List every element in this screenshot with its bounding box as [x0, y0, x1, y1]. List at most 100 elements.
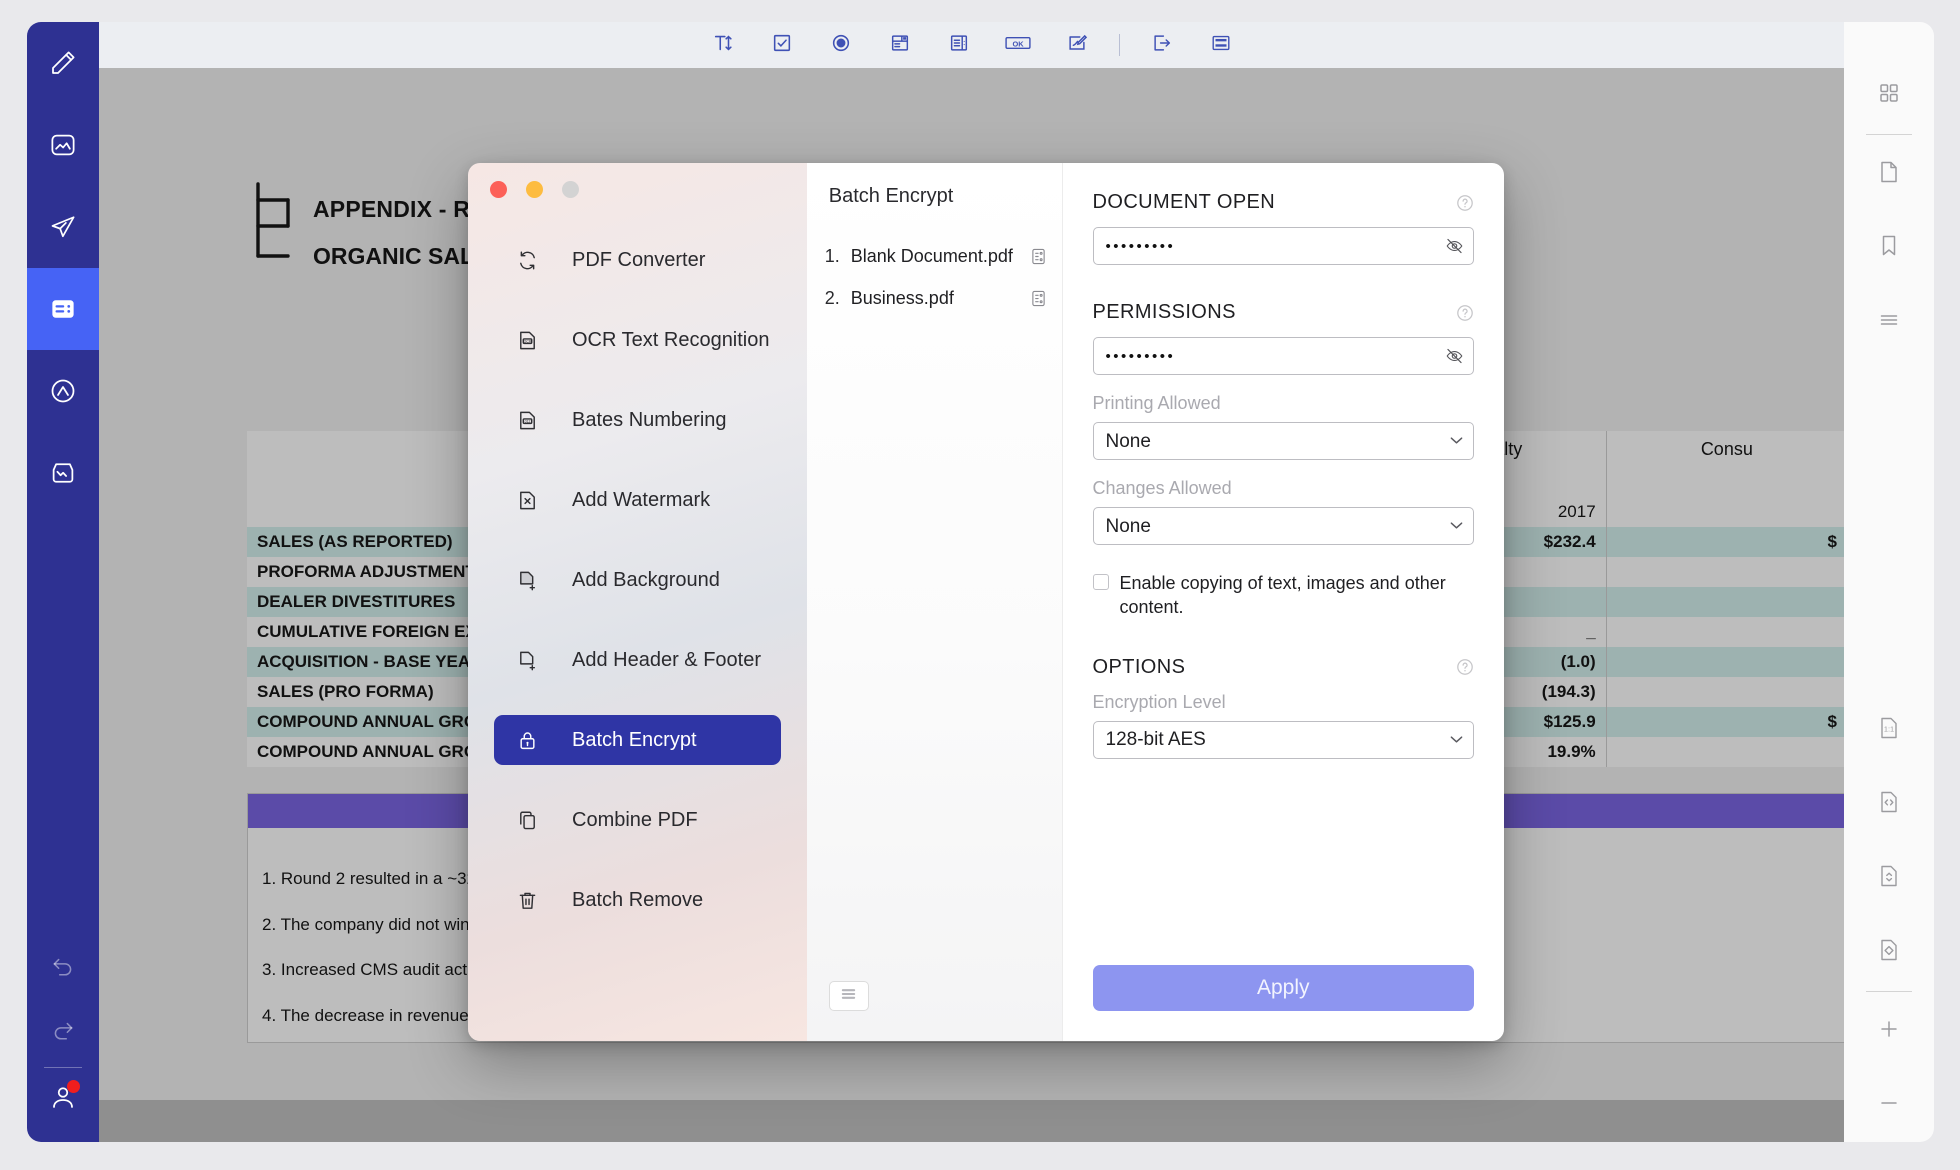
section-gap	[1093, 265, 1474, 301]
permissions-password-field[interactable]: •••••••••	[1093, 337, 1474, 375]
document-logo-icon	[246, 178, 304, 267]
sidebar-item-forms[interactable]	[27, 268, 99, 350]
enable-copying-row[interactable]: Enable copying of text, images and other…	[1093, 571, 1474, 620]
eye-off-icon[interactable]	[1445, 237, 1464, 256]
canvas-bottom-bar	[99, 1100, 1844, 1142]
table-icon	[1209, 32, 1233, 59]
sidebar-item-edit[interactable]	[27, 22, 99, 104]
menu-item-pdf-converter[interactable]: PDF Converter	[494, 235, 781, 285]
dialog-menu: PDF Converter OCR OCR Text Recognition	[494, 235, 781, 955]
row-value: $	[1606, 527, 1844, 557]
minus-icon	[1877, 1091, 1901, 1120]
bookmark-icon	[1877, 233, 1901, 264]
group-header-consumer: Consu	[1606, 431, 1844, 497]
menu-item-add-watermark[interactable]: Add Watermark	[494, 475, 781, 525]
enable-copying-label: Enable copying of text, images and other…	[1120, 571, 1474, 620]
pages-button[interactable]	[1844, 137, 1934, 211]
svg-text:OCR: OCR	[524, 339, 532, 343]
right-rail-divider	[1866, 991, 1912, 992]
menu-item-label: Add Watermark	[572, 489, 710, 512]
encryption-form-panel: DOCUMENT OPEN •••••••••	[1063, 163, 1504, 1041]
app-window: OK	[0, 0, 1960, 1170]
eye-off-icon[interactable]	[1445, 347, 1464, 366]
combo-box-tool[interactable]	[883, 29, 917, 61]
text-field-icon	[712, 32, 734, 59]
bookmarks-button[interactable]	[1844, 211, 1934, 285]
apply-button[interactable]: Apply	[1093, 965, 1474, 1011]
checkbox-tool[interactable]	[765, 29, 799, 61]
maximize-button[interactable]	[562, 181, 579, 198]
redo-icon	[50, 1016, 76, 1042]
menu-item-add-header-footer[interactable]: Add Header & Footer	[494, 635, 781, 685]
actual-size-button[interactable]: 1:1	[1844, 693, 1934, 767]
menu-item-batch-encrypt[interactable]: Batch Encrypt	[494, 715, 781, 765]
section-title: PERMISSIONS	[1093, 301, 1236, 324]
document-open-password-field[interactable]: •••••••••	[1093, 227, 1474, 265]
close-button[interactable]	[490, 181, 507, 198]
row-value	[1606, 677, 1844, 707]
section-title: DOCUMENT OPEN	[1093, 191, 1276, 214]
fit-height-button[interactable]	[1844, 841, 1934, 915]
help-circle-icon[interactable]	[1456, 304, 1474, 322]
list-item[interactable]: 2. Business.pdf	[807, 277, 1062, 319]
background-icon	[516, 569, 550, 592]
ok-button-icon: OK	[1003, 32, 1033, 59]
fit-page-button[interactable]	[1844, 915, 1934, 989]
fit-width-button[interactable]	[1844, 767, 1934, 841]
page-settings-icon[interactable]	[1030, 248, 1048, 265]
sidebar-item-protect[interactable]	[27, 350, 99, 432]
list-item[interactable]: 1. Blank Document.pdf	[807, 235, 1062, 277]
list-options-button[interactable]	[829, 981, 869, 1011]
paper-plane-icon	[48, 212, 78, 242]
sidebar-item-inbox[interactable]	[27, 432, 99, 514]
convert-icon	[516, 249, 550, 272]
page-settings-icon[interactable]	[1030, 290, 1048, 307]
watermark-icon	[516, 489, 550, 512]
menu-item-batch-remove[interactable]: Batch Remove	[494, 875, 781, 925]
file-index: 2.	[825, 288, 851, 309]
submit-tool[interactable]	[1145, 29, 1179, 61]
user-account-button[interactable]	[27, 1078, 99, 1142]
signature-icon	[1065, 32, 1089, 59]
minimize-button[interactable]	[526, 181, 543, 198]
undo-button[interactable]	[27, 933, 99, 997]
sidebar-item-send[interactable]	[27, 186, 99, 268]
year-cell	[1606, 497, 1844, 527]
list-lines-icon	[1877, 308, 1901, 337]
copy-icon	[516, 809, 550, 832]
menu-item-add-background[interactable]: Add Background	[494, 555, 781, 605]
push-button-tool[interactable]: OK	[1001, 29, 1035, 61]
text-field-tool[interactable]	[706, 29, 740, 61]
sidebar-item-image[interactable]	[27, 104, 99, 186]
password-value: •••••••••	[1106, 239, 1176, 254]
svg-text:OK: OK	[1012, 39, 1024, 48]
outline-button[interactable]	[1844, 285, 1934, 359]
page-icon	[1877, 159, 1901, 190]
fit-page-icon	[1877, 937, 1901, 968]
menu-item-combine-pdf[interactable]: Combine PDF	[494, 795, 781, 845]
menu-item-label: Batch Remove	[572, 889, 703, 912]
signature-tool[interactable]	[1060, 29, 1094, 61]
thumbnails-button[interactable]	[1844, 58, 1934, 132]
menu-item-label: OCR Text Recognition	[572, 329, 770, 352]
permissions-section-header: PERMISSIONS	[1093, 301, 1474, 324]
document-open-section-header: DOCUMENT OPEN	[1093, 191, 1474, 214]
printing-allowed-select[interactable]: None Low Resolution High Resolution	[1093, 422, 1474, 460]
zoom-in-button[interactable]	[1844, 994, 1934, 1068]
plus-icon	[1877, 1017, 1901, 1046]
table-tool[interactable]	[1204, 29, 1238, 61]
zoom-out-button[interactable]	[1844, 1068, 1934, 1142]
toolbar-separator	[1119, 34, 1120, 56]
encryption-level-label: Encryption Level	[1093, 692, 1474, 713]
help-circle-icon[interactable]	[1456, 194, 1474, 212]
row-value	[1606, 737, 1844, 767]
encryption-level-select[interactable]: 128-bit AES 256-bit AES 128-bit RC4	[1093, 721, 1474, 759]
changes-allowed-select[interactable]: None Inserting, deleting and rotating pa…	[1093, 507, 1474, 545]
help-circle-icon[interactable]	[1456, 658, 1474, 676]
menu-item-ocr-text-recognition[interactable]: OCR OCR Text Recognition	[494, 315, 781, 365]
radio-button-tool[interactable]	[824, 29, 858, 61]
redo-button[interactable]	[27, 997, 99, 1061]
menu-item-bates-numbering[interactable]: 012 Bates Numbering	[494, 395, 781, 445]
enable-copying-checkbox[interactable]	[1093, 574, 1109, 590]
list-box-tool[interactable]	[942, 29, 976, 61]
